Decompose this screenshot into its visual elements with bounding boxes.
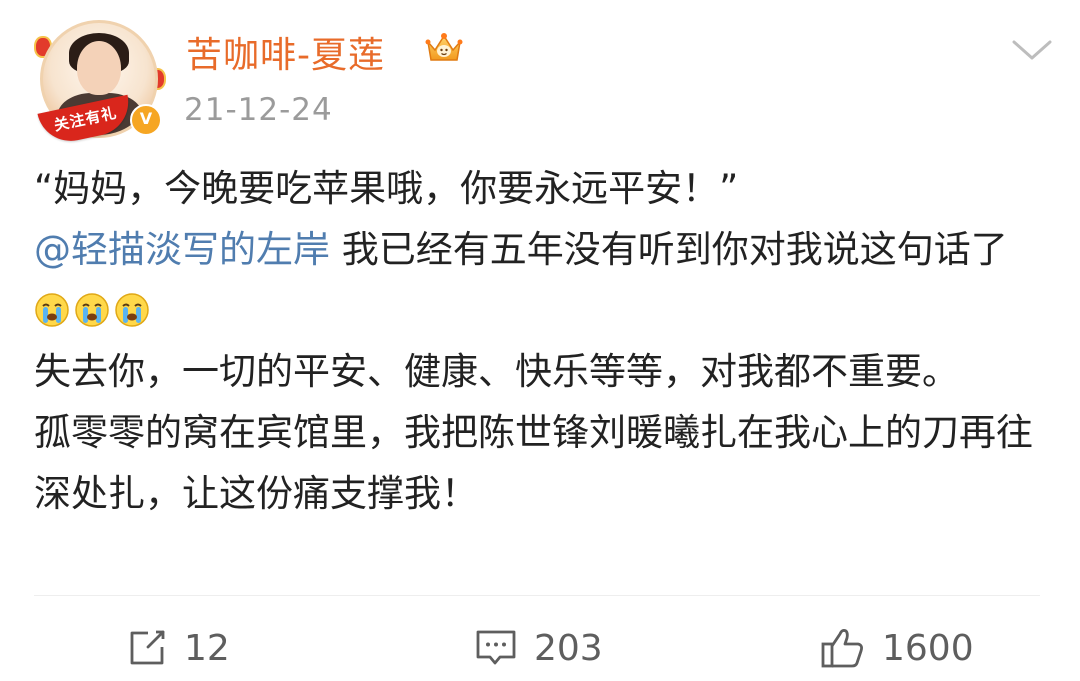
repost-button[interactable]: 12 <box>126 620 230 676</box>
post-content: “妈妈，今晚要吃苹果哦，你要永远平安！” @轻描淡写的左岸 我已经有五年没有听到… <box>34 158 1044 524</box>
post-line-loss: 失去你，一切的平安、健康、快乐等等，对我都不重要。 <box>34 350 959 393</box>
repost-icon <box>130 630 165 665</box>
crying-face-icon <box>75 293 109 327</box>
avatar[interactable]: 关注有礼 V <box>26 18 166 148</box>
username[interactable]: 苦咖啡-夏莲 <box>186 26 385 78</box>
post-line-mention: @轻描淡写的左岸 我已经有五年没有听到你对我说这句话了 <box>34 219 1044 341</box>
post-text-fragment: 我已经有五年没有听到你对我说这句话了 <box>330 228 1008 271</box>
chevron-down-icon[interactable] <box>1010 36 1054 64</box>
crying-face-icon <box>115 293 149 327</box>
like-button[interactable]: 1600 <box>820 620 974 676</box>
avatar-face <box>77 41 121 95</box>
crown-icon[interactable] <box>424 30 464 66</box>
mention-link[interactable]: @轻描淡写的左岸 <box>34 228 330 271</box>
crying-face-icon <box>35 293 69 327</box>
post-line-hotel: 孤零零的窝在宾馆里，我把陈世锋刘暖曦扎在我心上的刀再往深处扎，让这份痛支撑我！ <box>34 411 1033 515</box>
weibo-post: 关注有礼 V 苦咖啡-夏莲 21-12-24 “妈妈，今晚要吃苹果哦，你要永远平… <box>0 0 1080 681</box>
repost-count: 12 <box>184 627 230 669</box>
post-timestamp[interactable]: 21-12-24 <box>184 92 333 128</box>
comment-count: 203 <box>534 627 603 669</box>
post-line-quote: “妈妈，今晚要吃苹果哦，你要永远平安！” <box>34 167 739 210</box>
comment-button[interactable]: 203 <box>474 620 603 676</box>
like-count: 1600 <box>882 627 974 669</box>
comment-icon <box>476 630 516 665</box>
verified-badge-icon: V <box>130 104 162 136</box>
divider <box>34 595 1040 596</box>
thumbs-up-icon <box>821 629 863 668</box>
